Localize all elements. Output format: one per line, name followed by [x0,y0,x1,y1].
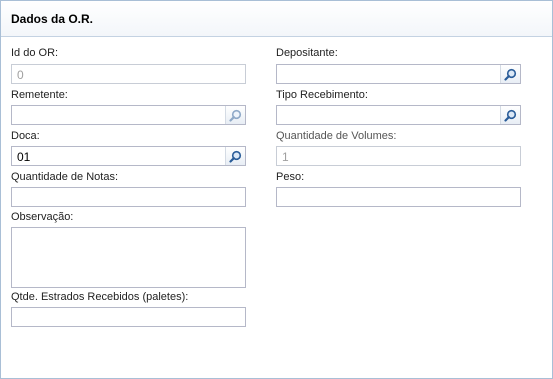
depositante-label: Depositante: [276,47,338,59]
panel-header: Dados da O.R. [1,1,552,37]
doca-field[interactable]: 01 [11,146,246,166]
quantidade-volumes-label: Quantidade de Volumes: [276,130,397,142]
quantidade-notas-label: Quantidade de Notas: [11,171,119,183]
depositante-field[interactable] [276,64,521,84]
search-icon [504,109,517,122]
quantidade-volumes-value: 1 [282,150,289,164]
remetente-search-button[interactable] [225,106,245,124]
search-icon [229,109,242,122]
panel-title: Dados da O.R. [11,12,94,26]
observacao-label: Observação: [11,211,74,223]
peso-field[interactable] [276,187,521,207]
observacao-textarea[interactable] [11,227,246,288]
quantidade-notas-field[interactable] [11,187,246,207]
id-or-field: 0 [11,64,246,84]
tipo-recebimento-search-button[interactable] [500,106,520,124]
remetente-field[interactable] [11,105,246,125]
qtde-estrados-field[interactable] [11,307,246,327]
qtde-estrados-label: Qtde. Estrados Recebidos (paletes): [11,291,189,303]
tipo-recebimento-field[interactable] [276,105,521,125]
doca-value: 01 [17,150,31,164]
remetente-label: Remetente: [11,89,68,101]
doca-search-button[interactable] [225,147,245,165]
ordem-recebimento-panel: Dados da O.R. Id do OR: 0 Remetente: Doc… [0,0,553,379]
tipo-recebimento-label: Tipo Recebimento: [276,89,368,101]
id-or-label: Id do OR: [11,47,59,59]
search-icon [229,150,242,163]
search-icon [504,68,517,81]
quantidade-volumes-field: 1 [276,146,521,166]
depositante-search-button[interactable] [500,65,520,83]
id-or-value: 0 [17,68,24,82]
peso-label: Peso: [276,171,305,183]
doca-label: Doca: [11,130,40,142]
